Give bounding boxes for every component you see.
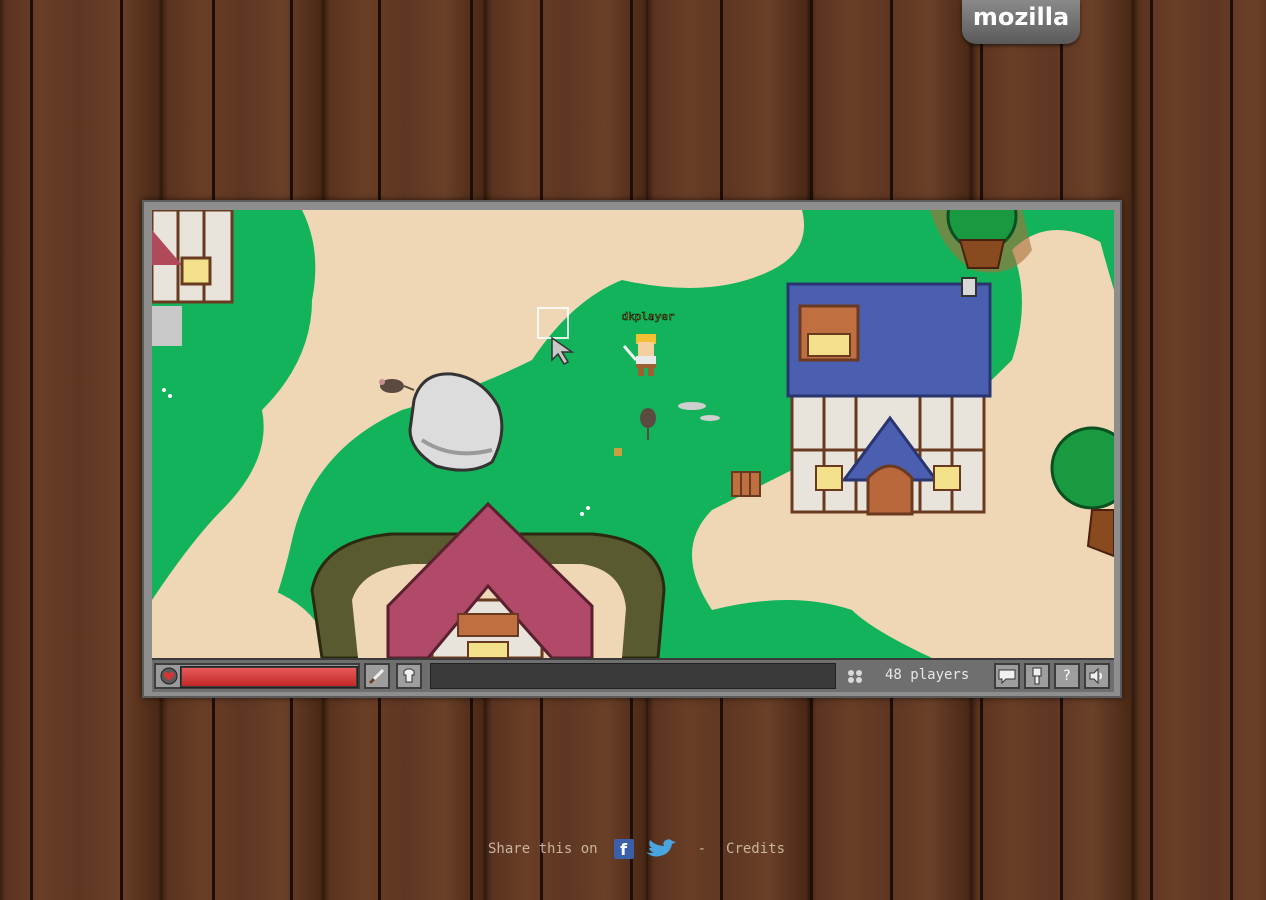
stone-2 — [700, 415, 720, 421]
plank-seam — [1150, 0, 1153, 900]
firewood-stack — [731, 471, 761, 497]
footer-separator: - — [697, 841, 707, 857]
game-world[interactable]: dkplayer — [152, 210, 1114, 658]
footer: Share this on f - Credits — [488, 838, 785, 860]
players-icon — [848, 670, 862, 683]
sound-button[interactable] — [1084, 663, 1110, 689]
chat-icon — [998, 669, 1016, 685]
armor-slot[interactable] — [396, 663, 422, 689]
plank-seam — [120, 0, 123, 900]
facebook-icon[interactable]: f — [613, 839, 634, 859]
plank-seam — [1230, 0, 1233, 900]
stone-1 — [678, 402, 706, 410]
sword-icon — [368, 668, 385, 685]
player-count-button[interactable] — [842, 663, 868, 689]
achievements-button[interactable] — [1024, 663, 1050, 689]
health-panel — [154, 663, 360, 689]
share-text: Share this on — [488, 841, 598, 857]
heart-icon — [160, 667, 178, 685]
player-count: 48 players — [885, 667, 970, 683]
house-blue-roof — [786, 277, 992, 516]
game-frame: dkplayer 48 players ? — [142, 200, 1122, 698]
achievements-icon — [1032, 667, 1042, 685]
mozilla-tab[interactable]: mozilla — [962, 0, 1080, 44]
game-viewport[interactable]: dkplayer — [152, 210, 1114, 658]
help-icon: ? — [1063, 668, 1071, 684]
armor-icon — [403, 668, 415, 683]
hud-bar: 48 players ? — [152, 658, 1114, 692]
health-fill — [182, 668, 356, 686]
credits-link[interactable]: Credits — [726, 841, 785, 857]
twitter-icon[interactable] — [644, 838, 678, 860]
help-button[interactable]: ? — [1054, 663, 1080, 689]
health-bar — [180, 666, 358, 688]
chat-button[interactable] — [994, 663, 1020, 689]
plank-seam — [30, 0, 33, 900]
player-name-label: dkplayer — [622, 310, 675, 323]
item-drop — [614, 448, 622, 456]
sound-icon — [1089, 667, 1102, 685]
weapon-slot[interactable] — [364, 663, 390, 689]
chat-log-area[interactable] — [430, 663, 836, 689]
